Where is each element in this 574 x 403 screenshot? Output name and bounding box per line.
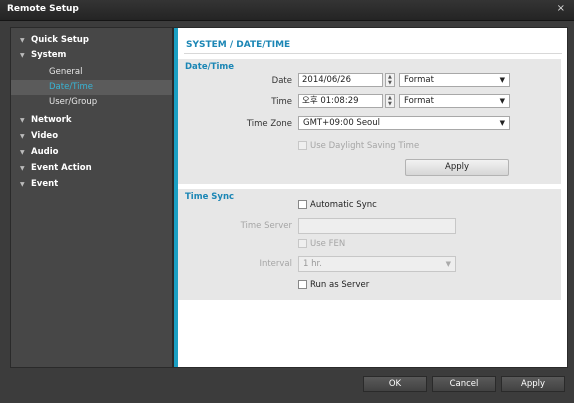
time-label: Time — [271, 97, 292, 107]
tree-item-network[interactable]: ▼ Network — [11, 113, 172, 128]
tree-item-video[interactable]: ▼ Video — [11, 129, 172, 144]
tree-item-label: User/Group — [49, 97, 98, 107]
chevron-down-icon: ▼ — [499, 119, 505, 127]
checkbox-box — [298, 239, 307, 248]
tree-item-system[interactable]: ▼ System — [11, 48, 172, 63]
time-server-label: Time Server — [240, 221, 292, 231]
tree-item-label: Date/Time — [49, 82, 93, 92]
close-icon[interactable]: × — [557, 3, 565, 14]
time-zone-label: Time Zone — [246, 119, 292, 129]
remote-setup-window: Remote Setup × ▼ Quick Setup ▼ System Ge… — [0, 0, 574, 403]
expand-arrow-icon: ▼ — [20, 181, 25, 188]
tree-item-label: Video — [31, 131, 59, 141]
run-as-server-checkbox[interactable]: Run as Server — [298, 279, 408, 291]
time-format-select[interactable]: Format ▼ — [399, 94, 510, 108]
tree-item-label: Event Action — [31, 163, 92, 173]
checkbox-label: Use Daylight Saving Time — [310, 141, 420, 151]
select-value: Format — [404, 75, 434, 85]
date-label: Date — [271, 76, 292, 86]
date-field[interactable]: 2014/06/26 — [298, 73, 383, 87]
divider — [184, 53, 562, 54]
checkbox-box — [298, 200, 307, 209]
tree-item-general[interactable]: General — [11, 65, 172, 80]
section-title: Date/Time — [185, 62, 235, 72]
settings-panel: SYSTEM / DATE/TIME Date/Time Date 2014/0… — [173, 27, 568, 368]
section-title: Time Sync — [185, 192, 235, 202]
expand-arrow-icon: ▼ — [20, 149, 25, 156]
footer-apply-button[interactable]: Apply — [501, 376, 565, 392]
spin-down-icon: ▼ — [388, 101, 392, 107]
interval-select[interactable]: 1 hr. ▼ — [298, 256, 456, 272]
tree-item-event-action[interactable]: ▼ Event Action — [11, 161, 172, 176]
time-zone-select[interactable]: GMT+09:00 Seoul ▼ — [298, 116, 510, 130]
tree-item-label: General — [49, 67, 83, 77]
page-title: SYSTEM / DATE/TIME — [186, 40, 291, 50]
chevron-down-icon: ▼ — [499, 97, 505, 105]
expand-arrow-icon: ▼ — [20, 117, 25, 124]
time-server-field[interactable] — [298, 218, 456, 234]
expand-arrow-icon: ▼ — [20, 52, 25, 59]
checkbox-label: Automatic Sync — [310, 200, 377, 210]
tree-item-user-group[interactable]: User/Group — [11, 95, 172, 110]
tree-item-audio[interactable]: ▼ Audio — [11, 145, 172, 160]
settings-tree: ▼ Quick Setup ▼ System General Date/Time… — [10, 27, 173, 368]
expand-arrow-icon: ▼ — [20, 133, 25, 140]
tree-item-label: Event — [31, 179, 59, 189]
time-sync-section: Time Sync Automatic Sync Time Server Use… — [178, 189, 561, 300]
tree-item-label: Network — [31, 115, 72, 125]
expand-arrow-icon: ▼ — [20, 165, 25, 172]
date-time-section: Date/Time Date 2014/06/26 ▲ ▼ Format ▼ T… — [178, 59, 561, 184]
title-bar: Remote Setup × — [0, 0, 574, 21]
select-value: 1 hr. — [303, 259, 322, 269]
ok-button[interactable]: OK — [363, 376, 427, 392]
tree-item-date-time[interactable]: Date/Time — [11, 80, 172, 95]
chevron-down-icon: ▼ — [499, 76, 505, 84]
chevron-down-icon: ▼ — [445, 260, 451, 268]
window-title: Remote Setup — [7, 4, 79, 14]
time-field[interactable]: 오후 01:08:29 — [298, 94, 383, 108]
checkbox-label: Use FEN — [310, 239, 346, 249]
time-spinner[interactable]: ▲ ▼ — [385, 94, 395, 108]
cancel-button[interactable]: Cancel — [432, 376, 496, 392]
tree-item-event[interactable]: ▼ Event — [11, 177, 172, 192]
apply-date-time-button[interactable]: Apply — [405, 159, 509, 176]
spin-down-icon: ▼ — [388, 80, 392, 86]
date-spinner[interactable]: ▲ ▼ — [385, 73, 395, 87]
tree-item-label: System — [31, 50, 67, 60]
tree-item-label: Quick Setup — [31, 35, 89, 45]
checkbox-box — [298, 141, 307, 150]
use-fen-checkbox[interactable]: Use FEN — [298, 238, 378, 250]
tree-item-label: Audio — [31, 147, 59, 157]
tree-item-quick-setup[interactable]: ▼ Quick Setup — [11, 33, 172, 48]
automatic-sync-checkbox[interactable]: Automatic Sync — [298, 199, 418, 211]
expand-arrow-icon: ▼ — [20, 37, 25, 44]
checkbox-label: Run as Server — [310, 280, 370, 290]
date-format-select[interactable]: Format ▼ — [399, 73, 510, 87]
select-value: Format — [404, 96, 434, 106]
interval-label: Interval — [259, 259, 292, 269]
daylight-saving-checkbox[interactable]: Use Daylight Saving Time — [298, 140, 448, 152]
select-value: GMT+09:00 Seoul — [303, 118, 381, 128]
checkbox-box — [298, 280, 307, 289]
